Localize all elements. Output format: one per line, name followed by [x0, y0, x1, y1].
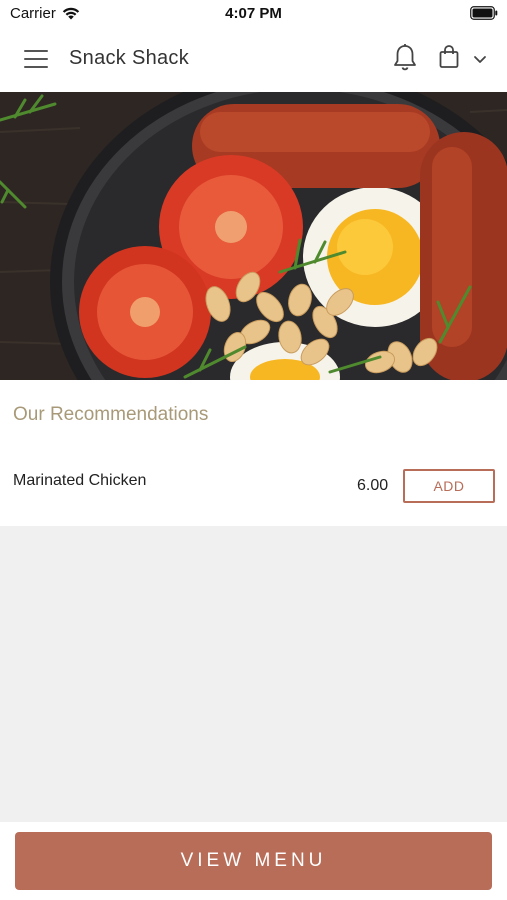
section-title: Our Recommendations — [13, 404, 209, 425]
recommendations-section: Our Recommendations Marinated Chicken 6.… — [0, 380, 507, 526]
bottom-bar: VIEW MENU — [0, 822, 507, 900]
battery-icon — [470, 6, 498, 20]
app-title: Snack Shack — [69, 47, 190, 69]
chevron-down-icon[interactable] — [473, 55, 487, 65]
hero-food-image — [0, 92, 507, 380]
add-to-cart-button[interactable]: ADD — [403, 469, 495, 503]
status-bar: Carrier 4:07 PM — [0, 0, 507, 28]
item-name: Marinated Chicken — [13, 472, 147, 489]
status-time: 4:07 PM — [225, 5, 282, 22]
hamburger-menu-icon[interactable] — [24, 50, 48, 68]
item-price: 6.00 — [357, 477, 389, 494]
view-menu-button[interactable]: VIEW MENU — [15, 832, 492, 890]
shopping-bag-icon[interactable] — [439, 45, 459, 69]
app-header: Snack Shack — [0, 28, 507, 92]
bell-icon[interactable] — [392, 43, 418, 73]
